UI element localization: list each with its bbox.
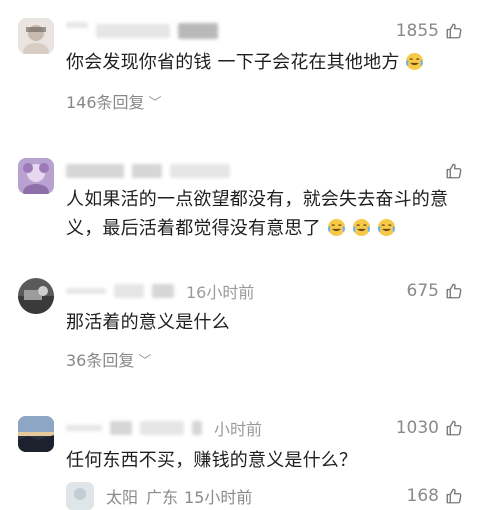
thumbs-up-icon <box>446 283 462 299</box>
thumbs-up-icon <box>446 23 462 39</box>
chevron-down-icon: ﹀ <box>148 95 162 111</box>
reply-count: 146条回复 <box>66 93 145 112</box>
sub-reply-meta: 太阳 广东 15小时前 <box>106 485 252 507</box>
comment-time: 16小时前 <box>186 283 255 302</box>
comment-text: 那活着的意义是什么 <box>66 312 230 333</box>
laughing-crying-emoji-icon <box>377 218 395 237</box>
username[interactable]: 16小时前 <box>66 280 254 302</box>
view-replies-button[interactable]: 36条回复 ﹀ <box>66 348 151 370</box>
avatar[interactable] <box>18 158 54 194</box>
like-button[interactable] <box>439 160 463 182</box>
comment-text: 你会发现你省的钱 一下子会花在其他地方 <box>66 48 466 77</box>
sub-reply-name[interactable]: 太阳 <box>106 484 138 508</box>
username[interactable] <box>66 20 226 42</box>
avatar[interactable] <box>18 18 54 54</box>
reply-count: 36条回复 <box>66 351 135 370</box>
comment-time: 小时前 <box>214 420 263 439</box>
like-count: 1030 <box>395 418 439 438</box>
avatar-image <box>18 278 54 314</box>
sub-reply-location: 广东 <box>146 488 179 507</box>
thumbs-up-icon <box>446 420 462 436</box>
thumbs-up-icon <box>446 488 462 504</box>
username[interactable] <box>66 160 238 182</box>
like-count: 1855 <box>395 21 439 41</box>
like-button[interactable]: 168 <box>407 485 463 507</box>
avatar-image <box>18 158 54 194</box>
laughing-crying-emoji-icon <box>352 218 370 237</box>
like-count: 675 <box>406 281 439 301</box>
view-replies-button[interactable]: 146条回复 ﹀ <box>66 90 162 112</box>
avatar[interactable] <box>18 416 54 452</box>
sub-reply-time: 15小时前 <box>184 488 253 507</box>
avatar[interactable] <box>18 278 54 314</box>
comment-text: 人如果活的一点欲望都没有，就会失去奋斗的意 义，最后活着都觉得没有意思了 <box>66 189 449 239</box>
laughing-crying-emoji-icon <box>327 218 345 237</box>
avatar[interactable] <box>66 482 94 510</box>
username[interactable]: 小时前 <box>66 417 262 439</box>
like-button[interactable]: 1030 <box>396 417 463 439</box>
chevron-down-icon: ﹀ <box>138 353 152 369</box>
comment-text: 任何东西不买，赚钱的意义是什么？ <box>66 450 358 471</box>
avatar-image <box>66 482 94 510</box>
avatar-image <box>18 18 54 54</box>
like-count: 168 <box>406 486 439 506</box>
like-button[interactable]: 675 <box>407 280 463 302</box>
laughing-crying-emoji-icon <box>406 52 424 71</box>
like-button[interactable]: 1855 <box>396 20 463 42</box>
avatar-image <box>18 416 54 452</box>
thumbs-up-icon <box>446 163 462 179</box>
